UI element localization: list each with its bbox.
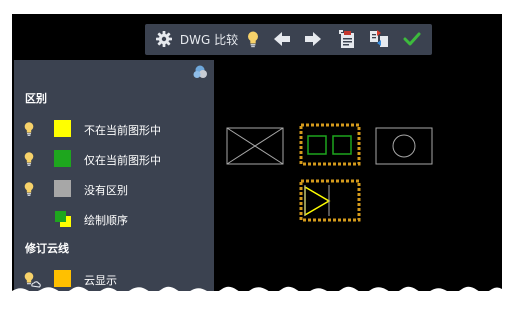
color-swatch-gray[interactable]: [54, 180, 71, 197]
drawing-canvas[interactable]: DWG 比较 区别 不在当前图形中 仅在当前图形中 没有区别 绘制顺序 修订云线…: [12, 14, 502, 291]
section-title-differences: 区别: [25, 92, 47, 105]
list-item-only-in-current[interactable]: 仅在当前图形中: [14, 146, 214, 172]
section-title-revision-clouds: 修订云线: [25, 242, 69, 255]
torn-edge-decoration: [12, 286, 502, 311]
list-item-not-in-current[interactable]: 不在当前图形中: [14, 116, 214, 142]
panel-pin-icon[interactable]: [192, 64, 208, 84]
color-swatch-yellow[interactable]: [54, 120, 71, 137]
color-swatch-green[interactable]: [54, 150, 71, 167]
list-item-label: 没有区别: [84, 184, 128, 197]
list-item-label: 绘制顺序: [84, 214, 128, 227]
compare-settings-panel: 区别 不在当前图形中 仅在当前图形中 没有区别 绘制顺序 修订云线 云显示: [14, 60, 214, 291]
unchanged-crossed-rectangle: [226, 127, 284, 165]
list-item-label: 仅在当前图形中: [84, 154, 161, 167]
lightbulb-icon[interactable]: [23, 151, 35, 171]
lightbulb-icon[interactable]: [23, 121, 35, 141]
unchanged-circle-rectangle: [375, 127, 433, 165]
revision-cloud-added-squares: [299, 123, 361, 166]
lightbulb-icon[interactable]: [23, 181, 35, 201]
revision-cloud-removed-triangle: [299, 179, 361, 222]
list-item-draw-order[interactable]: 绘制顺序: [14, 206, 214, 232]
list-item-no-difference[interactable]: 没有区别: [14, 176, 214, 202]
draw-order-swatch-icon[interactable]: [54, 210, 72, 232]
list-item-label: 不在当前图形中: [84, 124, 161, 137]
